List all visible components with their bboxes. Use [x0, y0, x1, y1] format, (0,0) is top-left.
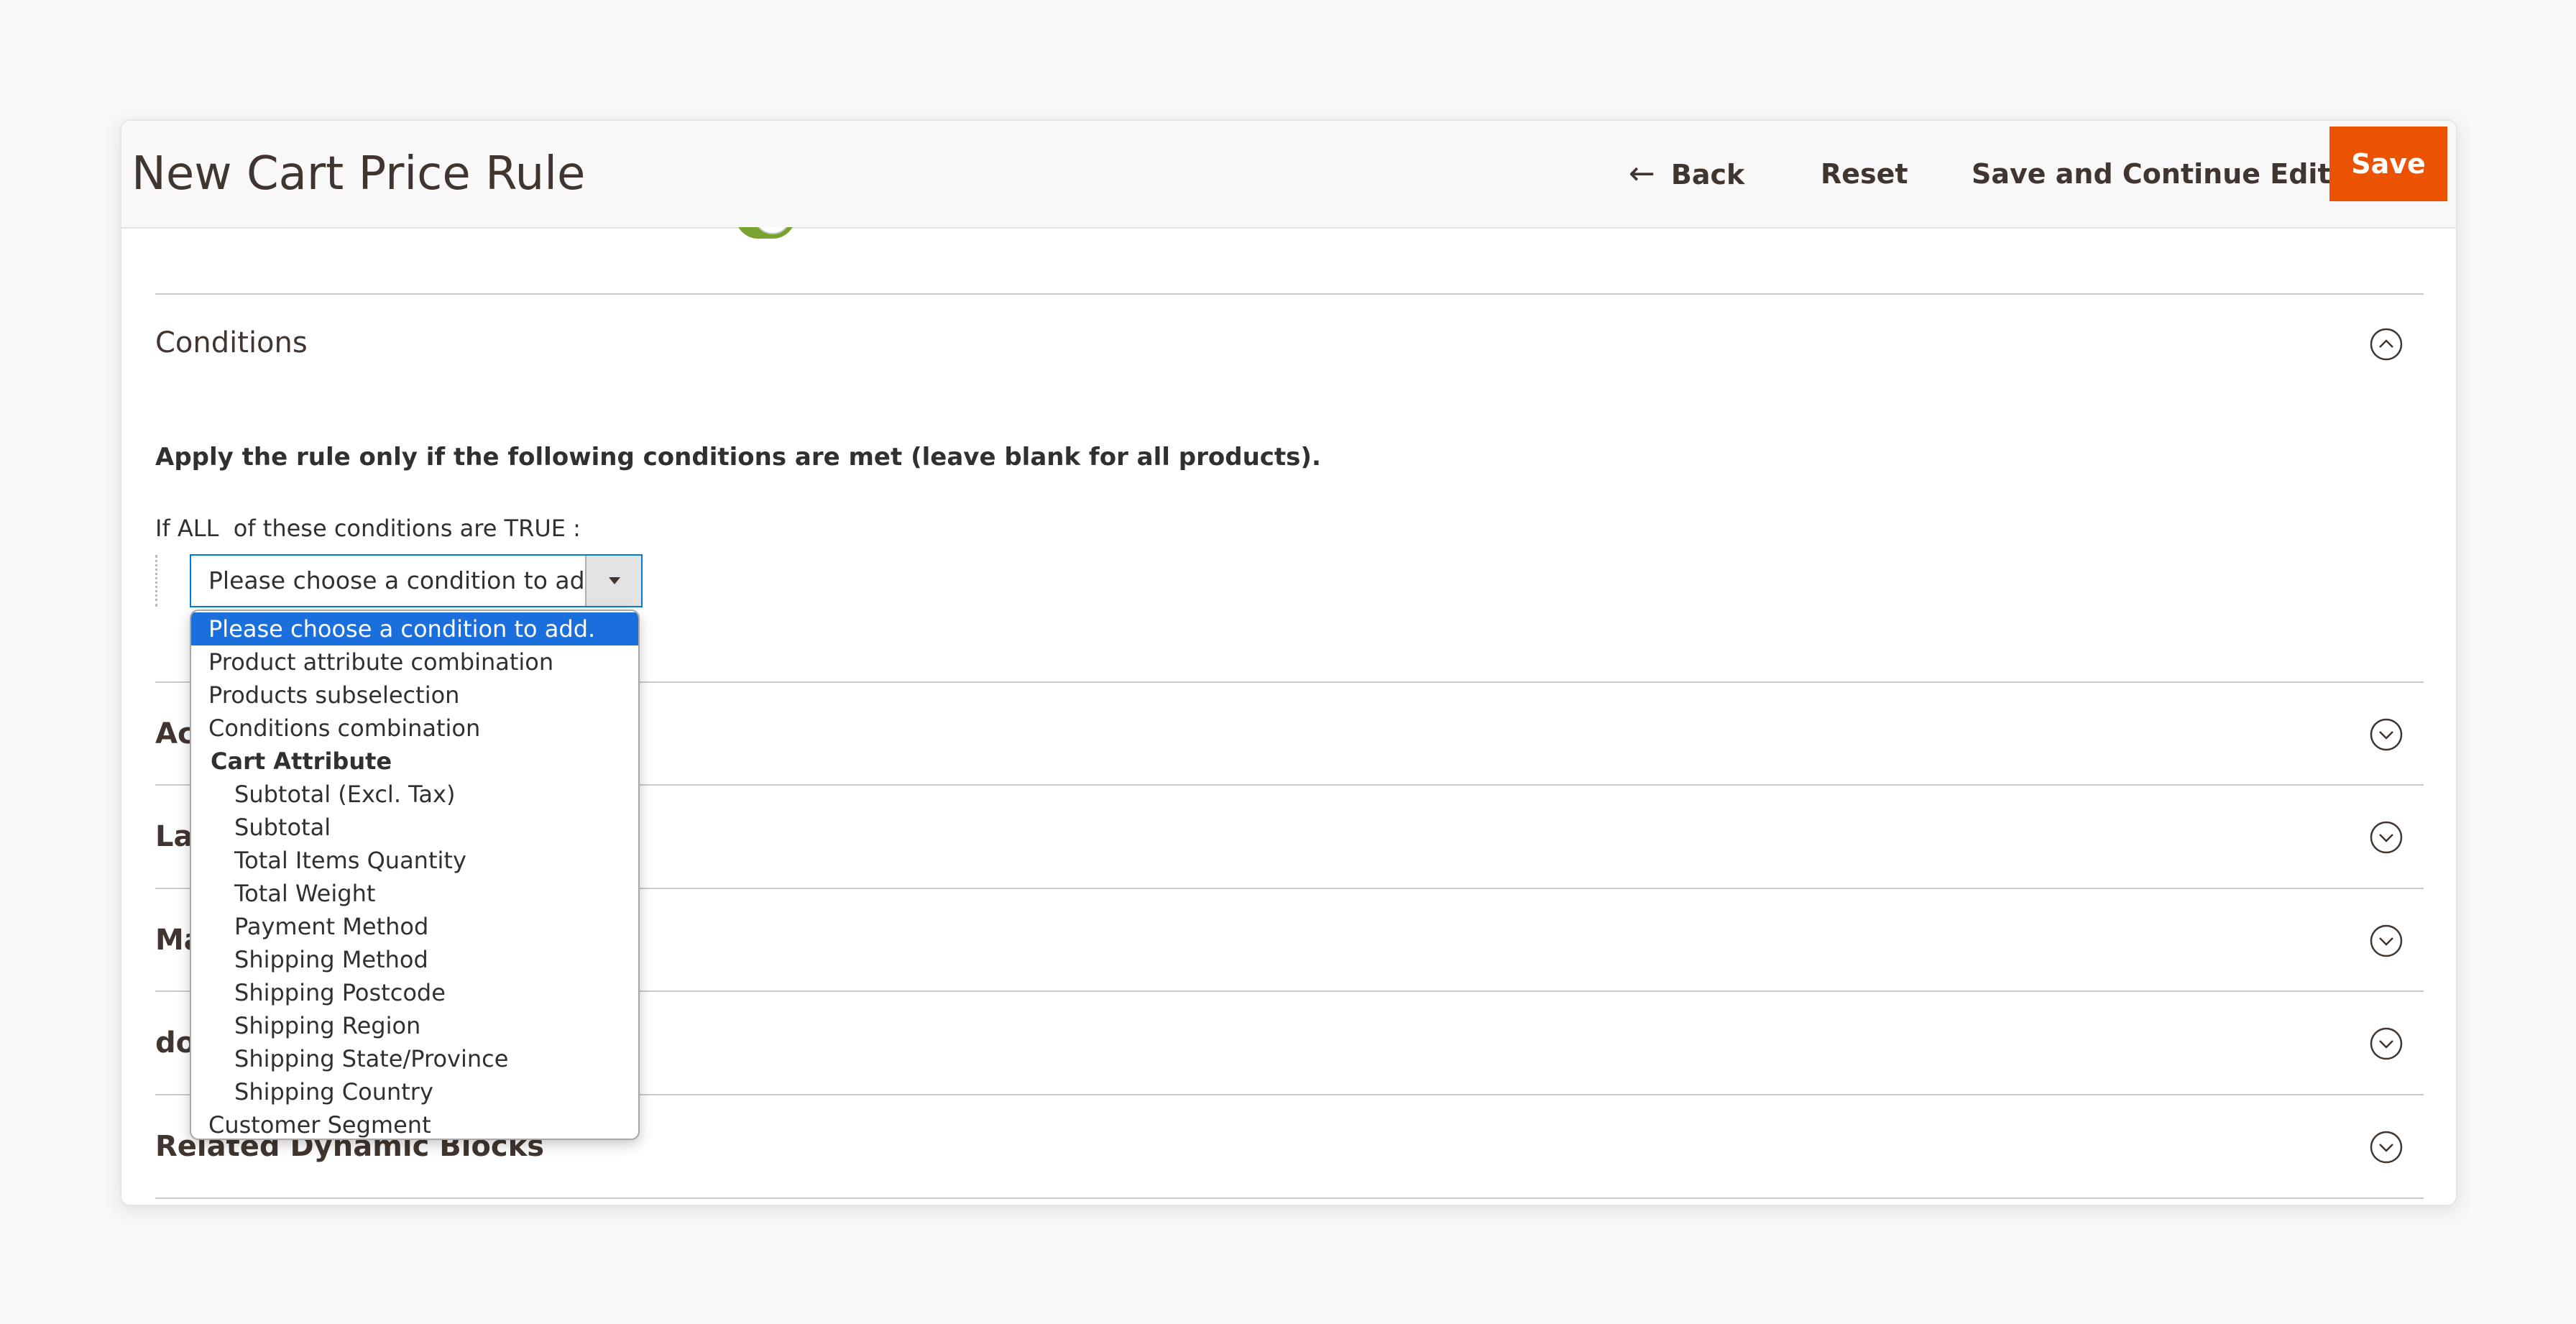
dropdown-option[interactable]: Shipping Method [191, 943, 638, 976]
value-toggle[interactable]: TRUE [505, 515, 566, 542]
active-toggle[interactable] [735, 227, 796, 246]
reset-button[interactable]: Reset [1821, 121, 1908, 227]
condition-statement: If ALL of these conditions are TRUE : [155, 515, 581, 542]
page-card: New Cart Price Rule ← Back Reset Save and… [120, 119, 2457, 1206]
dropdown-option[interactable]: Product attribute combination [191, 645, 638, 679]
condition-mid-text: of these conditions are [233, 515, 497, 542]
save-and-continue-button[interactable]: Save and Continue Edit [1972, 121, 2331, 227]
chevron-down-circle-icon[interactable] [2368, 1026, 2404, 1062]
dropdown-option[interactable]: Shipping Country [191, 1075, 638, 1108]
dropdown-option[interactable]: Please choose a condition to add. [191, 612, 638, 645]
dropdown-option[interactable]: Customer Segment [191, 1108, 638, 1139]
if-prefix: If [155, 515, 170, 542]
divider [155, 1197, 2424, 1199]
dropdown-option[interactable]: Total Items Quantity [191, 844, 638, 877]
condition-select[interactable]: Please choose a condition to add. [190, 554, 643, 607]
dropdown-option[interactable]: Conditions combination [191, 712, 638, 745]
dropdown-option[interactable]: Total Weight [191, 877, 638, 910]
page-title: New Cart Price Rule [132, 147, 586, 201]
dropdown-option[interactable]: Payment Method [191, 910, 638, 943]
dropdown-option[interactable]: Shipping Postcode [191, 976, 638, 1009]
save-button[interactable]: Save [2329, 127, 2447, 201]
chevron-down-icon[interactable] [585, 556, 641, 606]
chevron-down-circle-icon[interactable] [2368, 1129, 2404, 1165]
condition-select-value: Please choose a condition to add. [208, 566, 608, 594]
chevron-down-circle-icon[interactable] [2368, 819, 2404, 855]
labels-section-title[interactable]: La [155, 815, 193, 858]
dropdown-option[interactable]: Subtotal [191, 811, 638, 844]
conditions-description: Apply the rule only if the following con… [155, 443, 1321, 472]
conditions-section-title[interactable]: Conditions [155, 321, 308, 364]
chevron-down-circle-icon[interactable] [2368, 923, 2404, 959]
dropdown-option[interactable]: Shipping Region [191, 1009, 638, 1042]
back-button[interactable]: ← Back [1629, 121, 1744, 227]
divider [155, 293, 2424, 295]
dropdown-option[interactable]: Shipping State/Province [191, 1042, 638, 1075]
dropdown-option[interactable]: Products subselection [191, 679, 638, 712]
aggregator-toggle[interactable]: ALL [178, 515, 219, 542]
dropdown-option[interactable]: Subtotal (Excl. Tax) [191, 778, 638, 811]
condition-tree-guide [155, 555, 157, 607]
condition-suffix: : [573, 515, 581, 542]
chevron-down-circle-icon[interactable] [2368, 717, 2404, 753]
condition-dropdown-list[interactable]: Please choose a condition to add. Produc… [190, 610, 640, 1140]
back-label: Back [1670, 159, 1745, 190]
arrow-left-icon: ← [1629, 155, 1655, 192]
chevron-up-circle-icon[interactable] [2368, 326, 2404, 362]
dropdown-optgroup-label: Cart Attribute [211, 748, 392, 775]
page-header: New Cart Price Rule ← Back Reset Save and… [121, 121, 2456, 229]
actions-section-title[interactable]: Ac [155, 712, 195, 755]
